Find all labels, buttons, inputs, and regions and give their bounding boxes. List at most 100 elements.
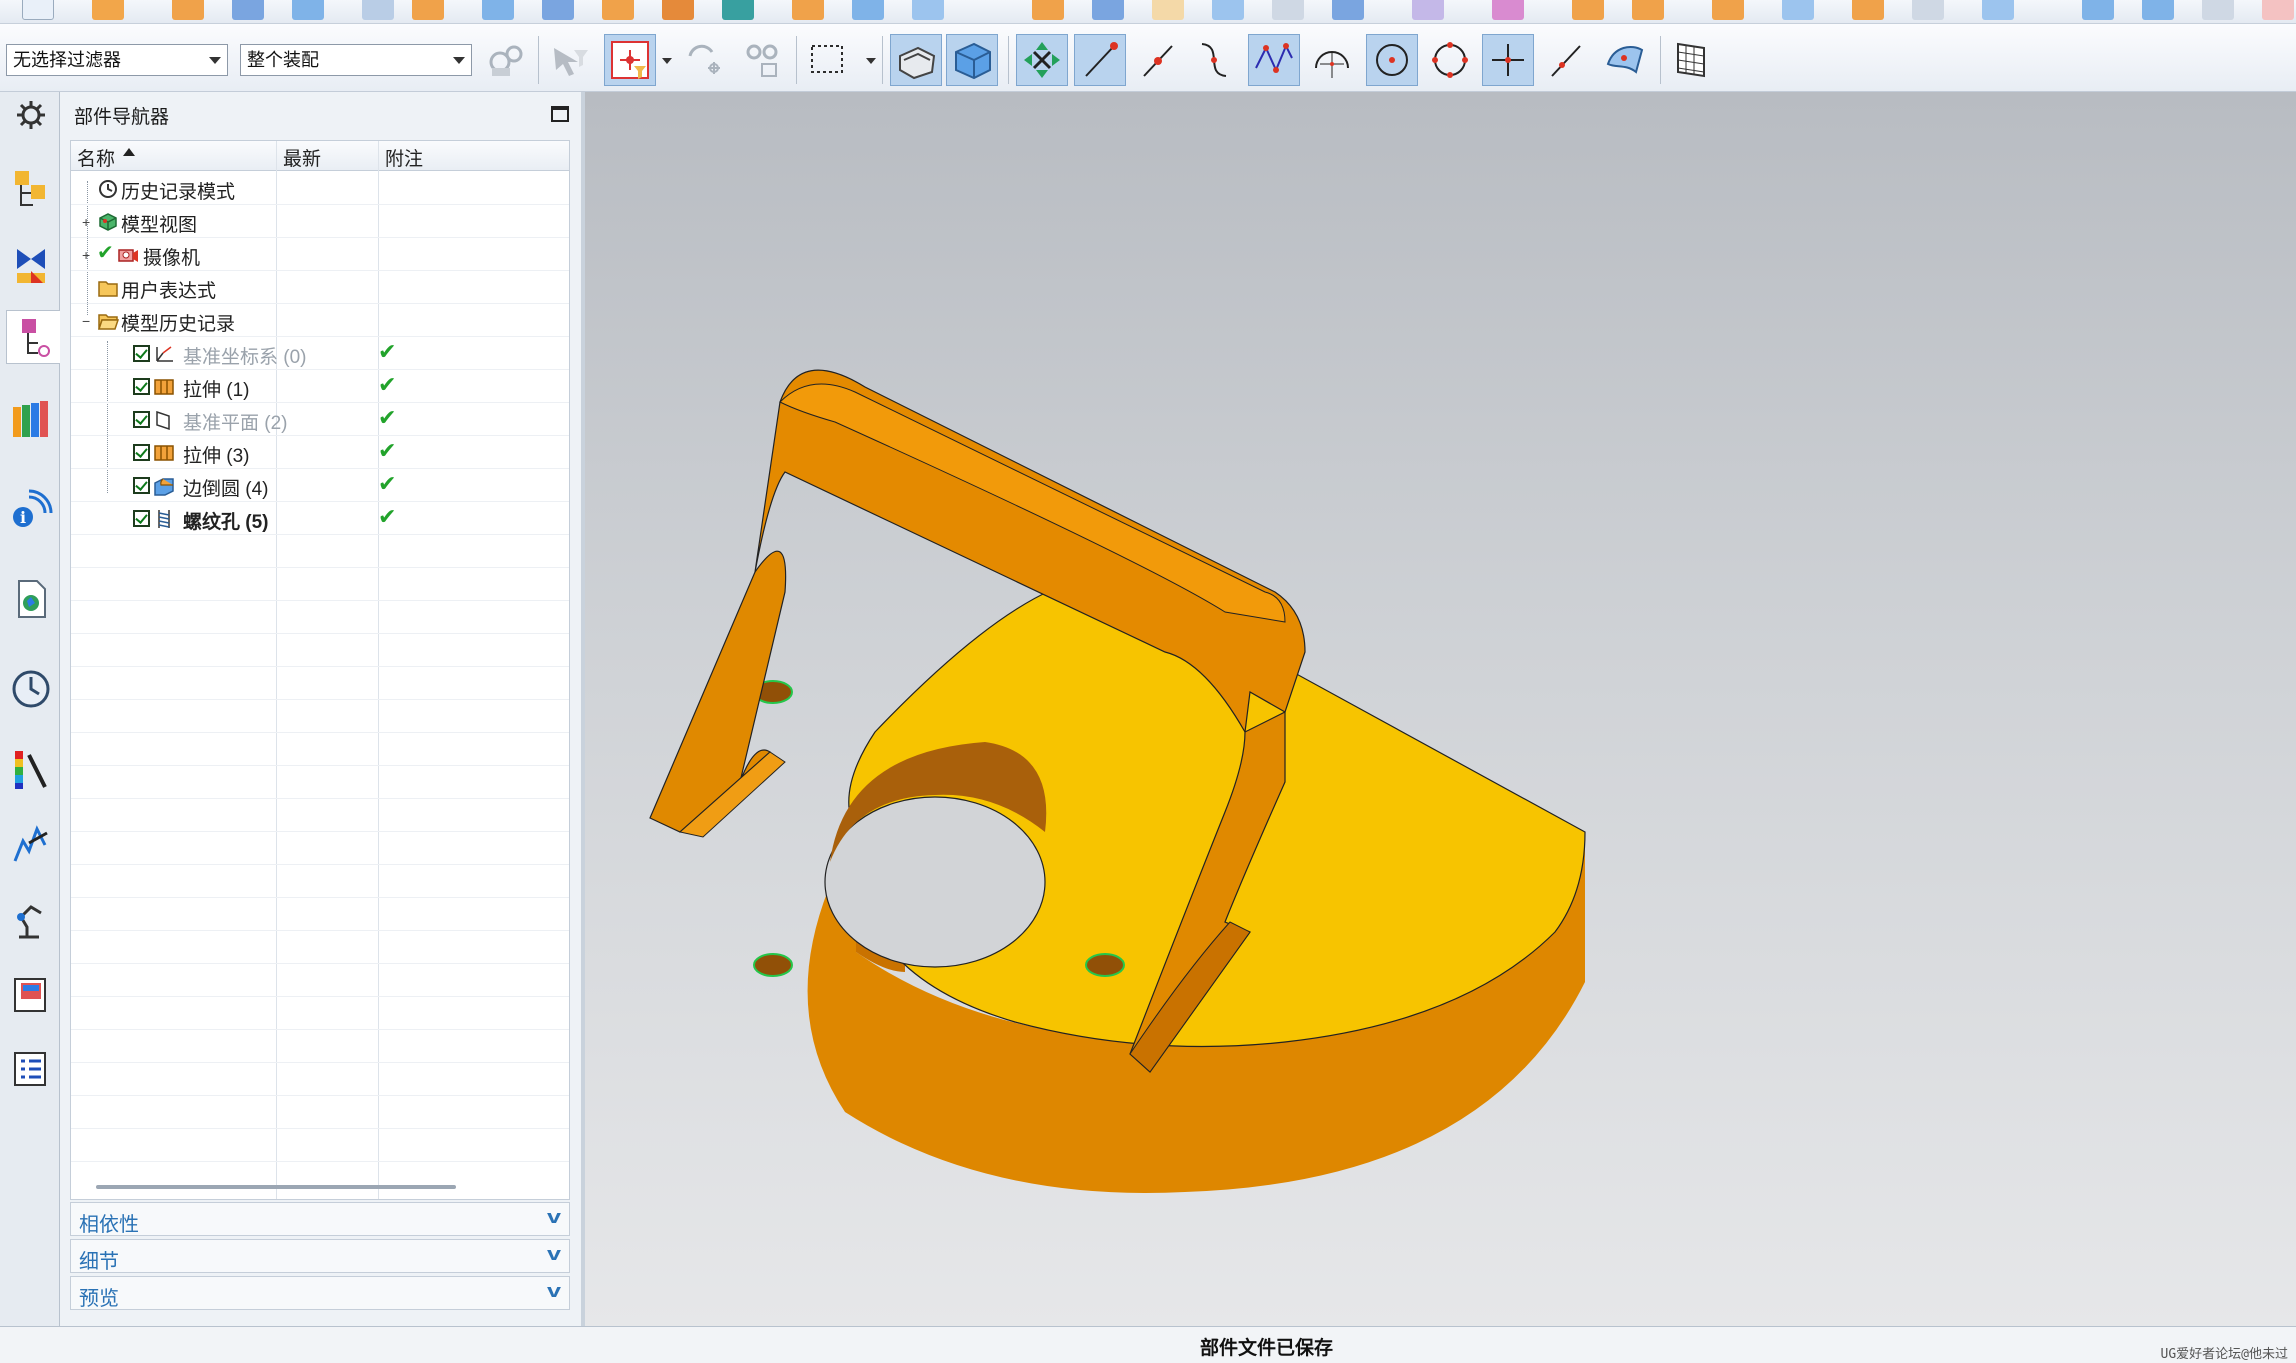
chevron-down-icon[interactable]	[662, 58, 672, 64]
snap-control-point-button[interactable]	[1190, 34, 1242, 86]
collapse-icon[interactable]: −	[82, 313, 90, 329]
feature-row-extrude-1[interactable]: 拉伸 (1) ✔	[71, 370, 569, 403]
ribbon-icon[interactable]	[1572, 0, 1604, 20]
ribbon-icon[interactable]	[2262, 0, 2294, 20]
visibility-checkbox[interactable]	[133, 345, 150, 362]
ribbon-icon[interactable]	[482, 0, 514, 20]
ribbon-icon[interactable]	[1332, 0, 1364, 20]
visibility-checkbox[interactable]	[133, 477, 150, 494]
ribbon-icon[interactable]	[232, 0, 264, 20]
type-filter-select[interactable]: 无选择过滤器	[6, 44, 228, 76]
column-header-name[interactable]: 名称	[77, 144, 115, 171]
history-tab[interactable]	[6, 662, 56, 716]
ribbon-icon[interactable]	[92, 0, 124, 20]
ribbon-icon[interactable]	[2142, 0, 2174, 20]
web-browser-tab[interactable]	[6, 572, 56, 626]
tree-node-user-expressions[interactable]: 用户表达式	[71, 271, 569, 304]
ribbon-icon[interactable]	[1412, 0, 1444, 20]
snap-point-on-face-button[interactable]	[1598, 34, 1650, 86]
graphics-viewport[interactable]	[585, 92, 2296, 1326]
snap-end-point-button[interactable]	[1074, 34, 1126, 86]
snap-mid-point-button[interactable]	[1132, 34, 1184, 86]
ribbon-icon[interactable]	[852, 0, 884, 20]
hd3d-tools-tab[interactable]: i	[6, 482, 56, 536]
ribbon-icon[interactable]	[1852, 0, 1884, 20]
column-header-note[interactable]: 附注	[385, 144, 423, 171]
quick-pick-button[interactable]	[736, 34, 788, 86]
part-navigator-tab[interactable]	[6, 310, 61, 364]
snap-arc-center-button[interactable]	[1306, 34, 1358, 86]
ribbon-icon[interactable]	[1152, 0, 1184, 20]
selection-scope-select[interactable]: 整个装配	[240, 44, 472, 76]
ribbon-icon[interactable]	[912, 0, 944, 20]
feature-row-datum-csys[interactable]: 基准坐标系 (0) ✔	[71, 337, 569, 370]
ribbon-icon[interactable]	[1492, 0, 1524, 20]
column-header-latest[interactable]: 最新	[283, 144, 321, 171]
part-model[interactable]	[585, 92, 2296, 1326]
snap-enable-button[interactable]	[1016, 34, 1068, 86]
snap-bounded-grid-button[interactable]	[1666, 34, 1718, 86]
tree-node-model-history[interactable]: − 模型历史记录	[71, 304, 569, 337]
ribbon-icon[interactable]	[662, 0, 694, 20]
visualization-tab[interactable]	[6, 742, 56, 796]
expand-icon[interactable]: +	[82, 214, 90, 230]
ribbon-icon[interactable]	[2082, 0, 2114, 20]
ribbon-icon[interactable]	[362, 0, 394, 20]
visibility-checkbox[interactable]	[133, 510, 150, 527]
details-panel-header[interactable]: 细节 v	[70, 1239, 570, 1273]
ribbon-icon[interactable]	[1982, 0, 2014, 20]
snap-point-filter-button[interactable]	[604, 34, 656, 86]
rectangle-select-button[interactable]	[802, 34, 854, 86]
ribbon-icon[interactable]	[412, 0, 444, 20]
resource-bar-settings-button[interactable]	[6, 96, 56, 134]
snap-intersection-button[interactable]	[1248, 34, 1300, 86]
system-materials-tab[interactable]	[6, 1042, 56, 1096]
assembly-navigator-tab[interactable]	[6, 162, 56, 216]
ribbon-icon[interactable]	[1912, 0, 1944, 20]
constraint-navigator-tab[interactable]	[6, 238, 56, 292]
horizontal-scrollbar[interactable]	[96, 1185, 456, 1189]
preview-panel-header[interactable]: 预览 v	[70, 1276, 570, 1310]
select-by-filter-button[interactable]	[544, 34, 596, 86]
ribbon-icon[interactable]	[602, 0, 634, 20]
dependencies-panel-header[interactable]: 相依性 v	[70, 1202, 570, 1236]
snap-quadrant-button[interactable]	[1424, 34, 1476, 86]
feature-row-edge-blend[interactable]: 边倒圆 (4) ✔	[71, 469, 569, 502]
tree-node-history-mode[interactable]: 历史记录模式	[71, 172, 569, 205]
visibility-checkbox[interactable]	[133, 444, 150, 461]
undo-selection-button[interactable]	[676, 34, 728, 86]
ribbon-icon[interactable]	[172, 0, 204, 20]
expand-icon[interactable]: +	[82, 247, 90, 263]
snap-circle-center-button[interactable]	[1366, 34, 1418, 86]
ribbon-icon[interactable]	[22, 0, 54, 20]
ribbon-icon[interactable]	[1632, 0, 1664, 20]
snap-existing-point-button[interactable]	[1482, 34, 1534, 86]
ribbon-icon[interactable]	[542, 0, 574, 20]
select-bodies-button[interactable]	[946, 34, 998, 86]
ribbon-icon[interactable]	[1212, 0, 1244, 20]
manufacturing-wizard-tab[interactable]	[6, 892, 56, 946]
roles-tab[interactable]	[6, 968, 56, 1022]
ribbon-icon[interactable]	[1032, 0, 1064, 20]
ribbon-icon[interactable]	[1092, 0, 1124, 20]
process-studio-tab[interactable]	[6, 818, 56, 872]
ribbon-icon[interactable]	[2202, 0, 2234, 20]
reuse-library-tab[interactable]	[6, 392, 56, 446]
chevron-down-icon[interactable]	[866, 58, 876, 64]
ribbon-icon[interactable]	[722, 0, 754, 20]
ribbon-icon[interactable]	[1272, 0, 1304, 20]
general-selection-intent-button[interactable]	[480, 34, 532, 86]
visibility-checkbox[interactable]	[133, 378, 150, 395]
feature-row-datum-plane[interactable]: 基准平面 (2) ✔	[71, 403, 569, 436]
tree-node-model-views[interactable]: + 模型视图	[71, 205, 569, 238]
ribbon-icon[interactable]	[1712, 0, 1744, 20]
feature-row-extrude-3[interactable]: 拉伸 (3) ✔	[71, 436, 569, 469]
visibility-checkbox[interactable]	[133, 411, 150, 428]
maximize-icon[interactable]	[551, 106, 569, 122]
select-faces-button[interactable]	[890, 34, 942, 86]
feature-row-threaded-hole[interactable]: 螺纹孔 (5) ✔	[71, 502, 569, 535]
tree-node-camera[interactable]: + ✔ 摄像机	[71, 238, 569, 271]
ribbon-icon[interactable]	[1782, 0, 1814, 20]
snap-point-on-curve-button[interactable]	[1540, 34, 1592, 86]
ribbon-icon[interactable]	[792, 0, 824, 20]
